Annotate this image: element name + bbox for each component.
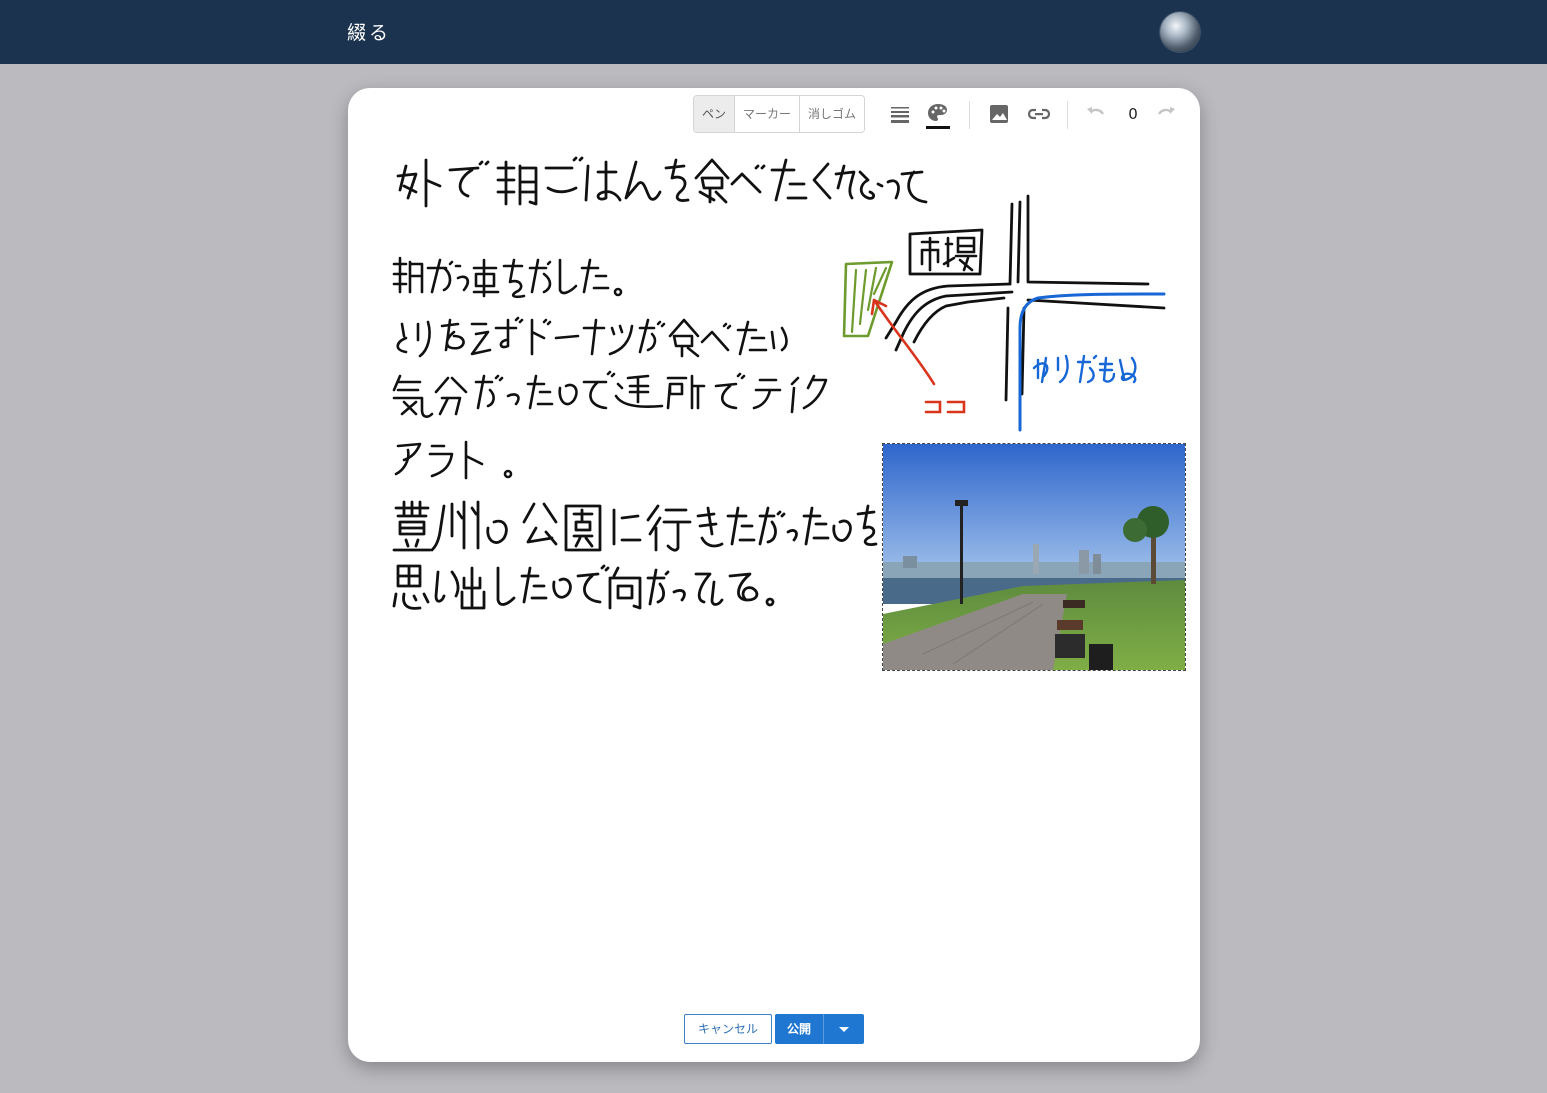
top-bar: 綴る: [0, 0, 1547, 64]
editor-card: ペン マーカー 消しゴム 0 キャンセル 公開: [348, 88, 1200, 1062]
cancel-button[interactable]: キャンセル: [684, 1014, 772, 1044]
embedded-photo[interactable]: [882, 443, 1186, 671]
map-label-train: [1032, 354, 1137, 384]
redo-icon[interactable]: [1153, 101, 1179, 127]
handwritten-line-4: [392, 370, 828, 418]
publish-button[interactable]: 公開: [775, 1014, 823, 1044]
handwritten-line-1: [396, 156, 928, 208]
caret-down-icon: [839, 1027, 849, 1032]
action-bar: キャンセル 公開: [684, 1014, 884, 1046]
toolbar-divider: [969, 101, 970, 129]
handwritten-line-3: [396, 316, 788, 358]
palette-icon[interactable]: [925, 101, 951, 129]
map-label-here: [924, 400, 966, 414]
tool-selector: ペン マーカー 消しゴム: [693, 95, 866, 133]
handwritten-line-6: [392, 500, 878, 552]
undo-icon[interactable]: [1083, 101, 1109, 127]
map-label-market: [920, 236, 978, 272]
map-sketch: [842, 194, 1166, 432]
avatar[interactable]: [1160, 12, 1200, 52]
handwritten-line-5: [394, 440, 513, 480]
handwritten-line-2: [392, 256, 623, 299]
drawing-toolbar: ペン マーカー 消しゴム 0: [693, 95, 1193, 133]
image-icon[interactable]: [986, 101, 1012, 127]
link-icon[interactable]: [1026, 101, 1052, 127]
tool-eraser-button[interactable]: 消しゴム: [800, 96, 865, 132]
line-width-icon[interactable]: [887, 101, 913, 127]
publish-options-button[interactable]: [823, 1014, 864, 1044]
handwritten-line-7: [392, 564, 775, 610]
undo-count: 0: [1128, 105, 1138, 123]
drawing-canvas[interactable]: [348, 88, 1200, 1062]
app-title[interactable]: 綴る: [347, 18, 391, 45]
park-photo-image: [883, 444, 1185, 670]
tool-pen-button[interactable]: ペン: [694, 96, 736, 132]
toolbar-divider: [1067, 101, 1068, 129]
tool-marker-button[interactable]: マーカー: [735, 96, 801, 132]
